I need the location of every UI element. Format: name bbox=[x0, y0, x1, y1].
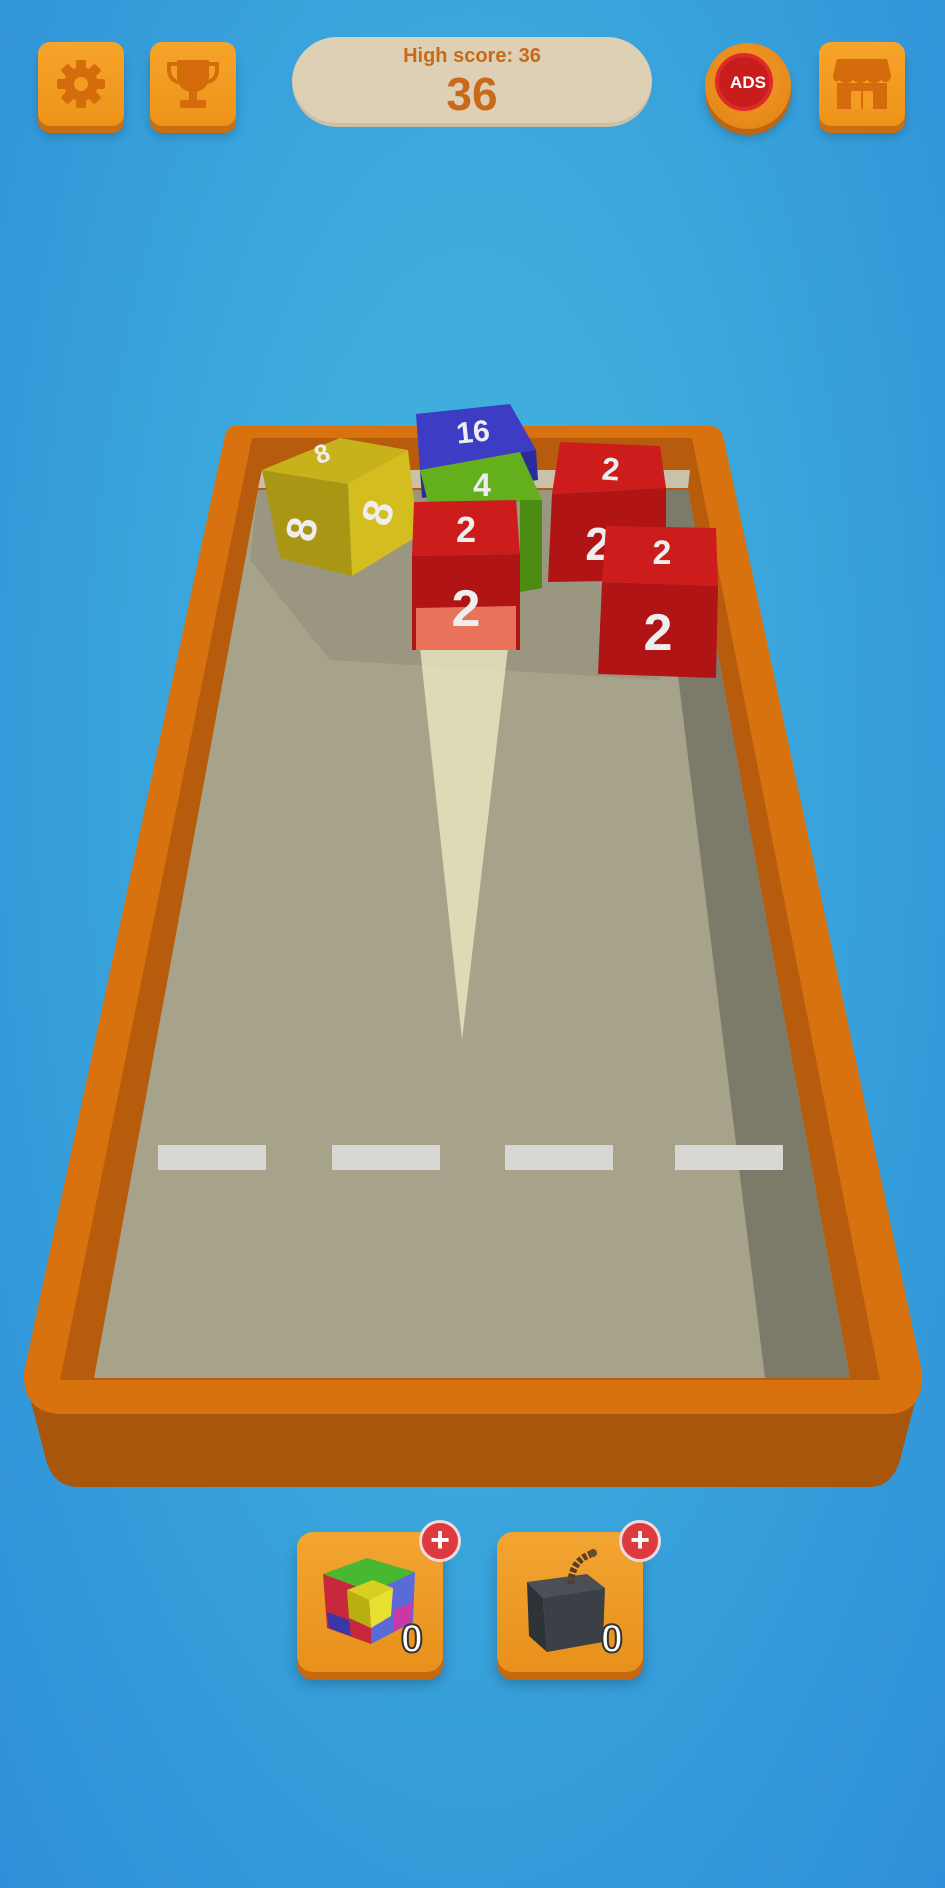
game-board[interactable]: 16 8 8 8 4 2 2 2 2 2 2 bbox=[0, 0, 945, 1888]
cube-2: 2 2 bbox=[598, 526, 718, 678]
launch-line-dash bbox=[332, 1145, 440, 1170]
cube-label: 2 bbox=[456, 509, 476, 550]
color-cube-count: 0 bbox=[400, 1616, 424, 1662]
cube-label: 2 bbox=[601, 450, 621, 487]
cube-label: 16 bbox=[455, 414, 492, 450]
launch-line-dash bbox=[158, 1145, 266, 1170]
bomb-powerup-button[interactable]: + 0 bbox=[497, 1520, 661, 1672]
cube-label: 2 bbox=[452, 580, 481, 638]
add-color-cube-button[interactable]: + bbox=[419, 1520, 461, 1562]
cube-label: 2 bbox=[653, 534, 672, 572]
cube-label: 4 bbox=[473, 467, 491, 503]
launch-line-dash bbox=[505, 1145, 613, 1170]
cube-label: 2 bbox=[644, 604, 673, 662]
add-bomb-button[interactable]: + bbox=[619, 1520, 661, 1562]
bomb-count: 0 bbox=[600, 1616, 624, 1662]
color-cube-powerup-button[interactable]: + 0 bbox=[297, 1520, 461, 1672]
cube-2: 2 2 bbox=[412, 500, 520, 650]
launch-line-dash bbox=[675, 1145, 783, 1170]
